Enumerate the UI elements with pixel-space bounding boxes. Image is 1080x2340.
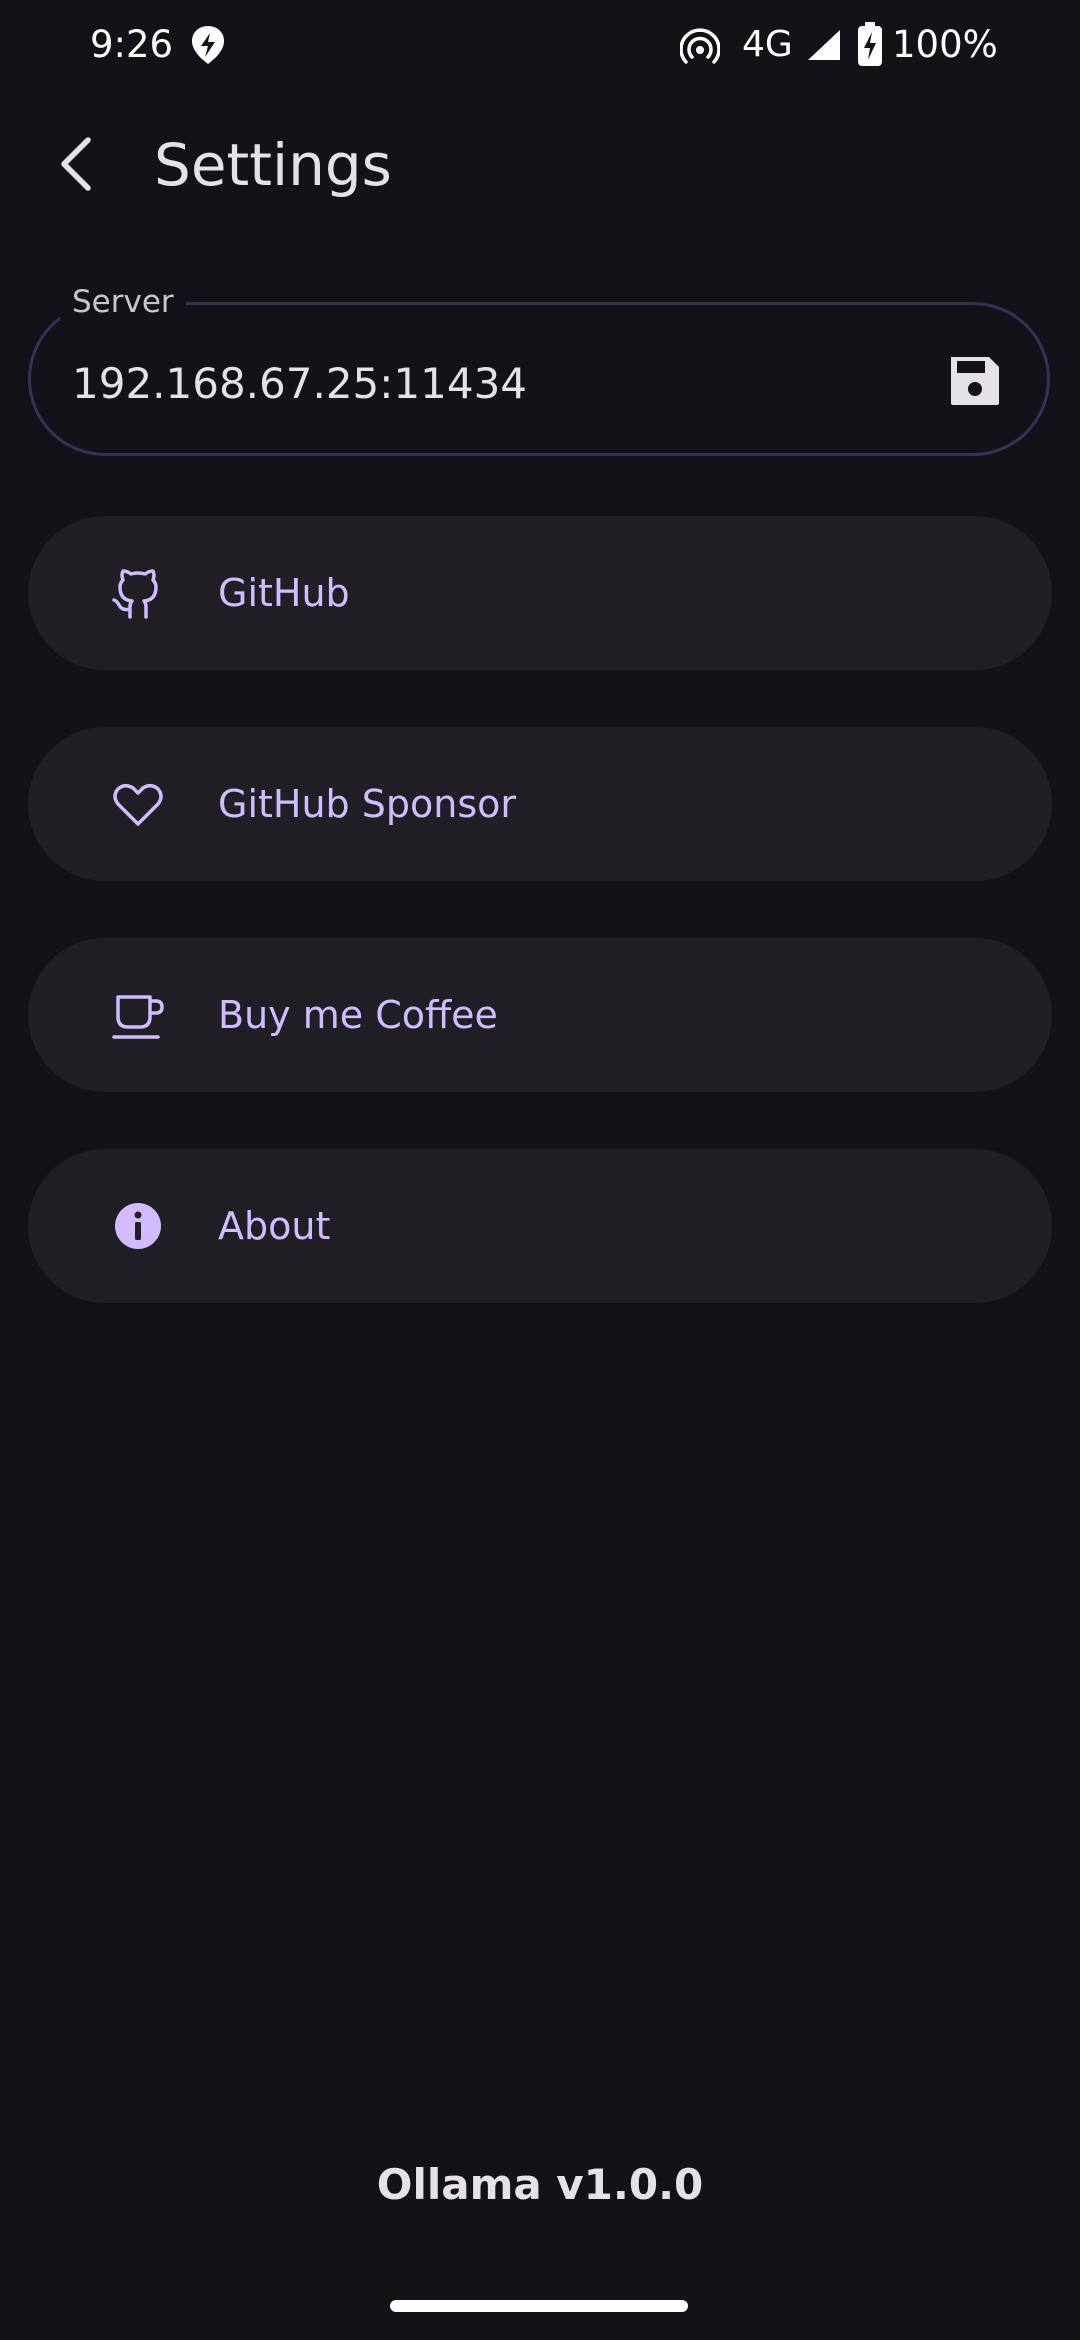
menu-item-label: About bbox=[218, 1204, 331, 1248]
server-address-input[interactable] bbox=[72, 350, 892, 416]
chevron-left-icon bbox=[56, 134, 96, 198]
save-button[interactable] bbox=[940, 348, 1010, 418]
server-label: Server bbox=[60, 281, 186, 323]
home-indicator[interactable] bbox=[390, 2300, 688, 2312]
menu-item-label: GitHub bbox=[218, 571, 350, 615]
app-version: Ollama v1.0.0 bbox=[376, 2160, 704, 2209]
info-icon bbox=[110, 1198, 166, 1254]
page-title: Settings bbox=[154, 131, 392, 199]
status-time: 9:26 bbox=[90, 23, 174, 66]
hotspot-icon bbox=[679, 26, 721, 66]
cell-signal-icon bbox=[806, 28, 842, 62]
menu-item-label: Buy me Coffee bbox=[218, 993, 498, 1037]
network-type: 4G bbox=[742, 24, 793, 65]
heart-icon bbox=[110, 776, 166, 832]
github-icon bbox=[110, 565, 166, 621]
battery-level: 100% bbox=[892, 23, 998, 66]
battery-charging-icon bbox=[856, 22, 884, 68]
save-icon bbox=[947, 353, 1003, 413]
status-bar: 9:26 4G 100% bbox=[0, 0, 1080, 90]
menu-item-about[interactable]: About bbox=[28, 1149, 1052, 1303]
menu-item-github-sponsor[interactable]: GitHub Sponsor bbox=[28, 727, 1052, 881]
location-app-icon bbox=[190, 24, 226, 66]
menu-item-buy-me-coffee[interactable]: Buy me Coffee bbox=[28, 938, 1052, 1092]
back-button[interactable] bbox=[40, 120, 112, 212]
coffee-icon bbox=[110, 987, 166, 1043]
menu-item-github[interactable]: GitHub bbox=[28, 516, 1052, 670]
menu-item-label: GitHub Sponsor bbox=[218, 782, 517, 826]
